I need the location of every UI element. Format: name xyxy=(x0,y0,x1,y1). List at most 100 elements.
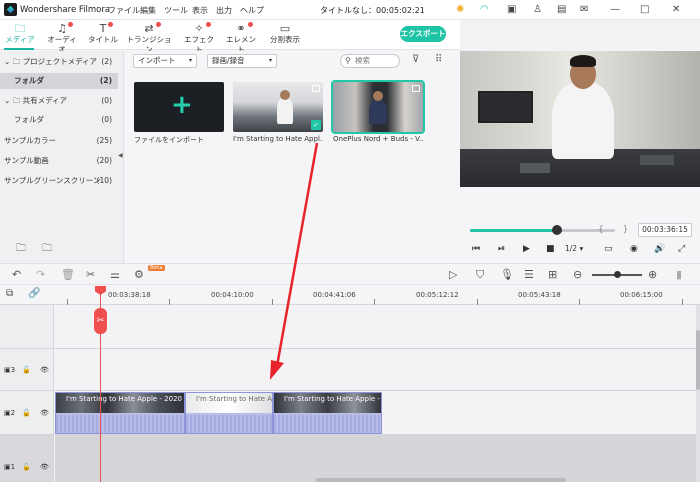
save-icon[interactable]: ▤ xyxy=(557,4,566,15)
playback-resolution-select[interactable]: 1/2 ▾ xyxy=(565,244,583,253)
collapse-sidebar-icon[interactable]: ◀ xyxy=(118,152,123,159)
split-scissors-icon[interactable]: ✂ xyxy=(86,268,95,281)
headset-icon[interactable]: ◠ xyxy=(480,4,489,15)
track-header-1: ▣1 🔓 👁 xyxy=(0,435,54,482)
video-badge-icon xyxy=(412,85,420,92)
voiceover-list-icon[interactable]: ☰ xyxy=(524,268,534,281)
link-icon[interactable]: 🔗 xyxy=(28,288,40,299)
timeline-clip[interactable]: I'm Starting to Hate Apple - 2020 Ma xyxy=(273,392,382,434)
track-header-2: ▣2 🔓 👁 xyxy=(0,391,54,435)
new-folder-icon[interactable]: 🗀 xyxy=(16,241,26,258)
snapshot-icon[interactable]: ◉ xyxy=(630,244,638,254)
preview-scrubber[interactable] xyxy=(470,229,615,232)
eye-icon[interactable]: 👁 xyxy=(40,409,49,417)
sidebar-item-folder[interactable]: フォルダ (2) xyxy=(0,73,118,89)
menu-tools[interactable]: ツール xyxy=(164,5,188,16)
media-card-video-2[interactable]: OnePlus Nord + Buds - V... xyxy=(331,80,425,143)
import-media-card[interactable]: + ファイルをインポート xyxy=(134,82,224,145)
display-icon[interactable]: ▭ xyxy=(604,244,613,254)
track-type-icon: ▣1 xyxy=(4,463,16,471)
stop-icon[interactable]: ■ xyxy=(546,244,555,254)
card-caption: OnePlus Nord + Buds - V... xyxy=(333,135,423,143)
maximize-icon[interactable]: □ xyxy=(640,4,649,15)
tab-media[interactable]: 🗀 メディア xyxy=(4,22,36,45)
zoom-out-icon[interactable]: ⊖ xyxy=(573,268,582,281)
track-type-icon: ▣3 xyxy=(4,366,16,374)
minimize-icon[interactable]: — xyxy=(610,4,620,15)
redo-icon[interactable]: ↷ xyxy=(36,268,45,281)
lock-icon[interactable]: 🔓 xyxy=(22,366,31,374)
mail-icon[interactable]: ✉ xyxy=(580,4,588,15)
volume-icon[interactable]: 🔊 xyxy=(654,244,665,254)
sidebar-item-shared-media[interactable]: ⌄ 🗀 共有メディア (0) xyxy=(0,93,118,109)
zoom-in-icon[interactable]: ⊕ xyxy=(648,268,657,281)
lightbulb-icon[interactable]: ✺ xyxy=(456,4,464,15)
sidebar-item-shared-folder[interactable]: フォルダ (0) xyxy=(0,112,118,128)
active-tab-indicator xyxy=(4,48,34,50)
track-empty[interactable] xyxy=(55,305,700,349)
ruler-label: 00:06:15:00 xyxy=(620,291,663,299)
tab-titles[interactable]: T タイトル xyxy=(88,22,118,45)
panel-toggle-icon[interactable]: ▮ xyxy=(676,268,682,281)
menu-file[interactable]: ファイル xyxy=(108,5,140,16)
lock-icon[interactable]: 🔓 xyxy=(22,463,31,471)
ai-tool-icon[interactable]: ⚙ xyxy=(134,268,144,281)
timeline-clip[interactable]: I'm Starting to Hate Apple - 2020 Ma xyxy=(55,392,185,434)
previous-frame-icon[interactable]: ⏮ xyxy=(472,244,480,254)
track-3[interactable] xyxy=(55,349,700,391)
tab-split-screen[interactable]: ▭ 分割表示 xyxy=(268,22,302,45)
scrubber-handle[interactable] xyxy=(552,225,562,235)
lock-icon[interactable]: 🔓 xyxy=(22,409,31,417)
record-dropdown[interactable]: 録画/録音 ▾ xyxy=(207,54,277,68)
chevron-down-icon[interactable]: ⌄ xyxy=(4,57,10,66)
undo-icon[interactable]: ↶ xyxy=(12,268,21,281)
sidebar-item-project-media[interactable]: ⌄ 🗀 プロジェクトメディア (2) xyxy=(0,54,118,70)
preview-video[interactable] xyxy=(460,51,700,187)
play-icon[interactable]: ▶ xyxy=(523,244,530,254)
ruler-label: 00:03:38:18 xyxy=(108,291,151,299)
sidebar-item-sample-videos[interactable]: サンプル動画 (20) xyxy=(0,153,118,169)
vertical-scrollbar-thumb[interactable] xyxy=(696,330,700,390)
filter-icon[interactable]: ⊽ xyxy=(412,54,419,65)
menu-view[interactable]: 表示 xyxy=(192,5,208,16)
render-preview-icon[interactable]: ▷ xyxy=(449,268,457,281)
fullscreen-icon[interactable]: ⤢ xyxy=(678,244,685,254)
search-icon: ⚲ xyxy=(345,56,351,65)
background-monitor xyxy=(478,91,533,123)
sidebar-item-sample-green-screen[interactable]: サンプルグリーンスクリーン (10) xyxy=(0,173,118,189)
eye-icon[interactable]: 👁 xyxy=(40,463,49,471)
playhead-scissors-icon[interactable]: ✂ xyxy=(94,308,107,334)
grid-view-icon[interactable]: ⠿ xyxy=(435,54,442,65)
gift-icon[interactable]: ▣ xyxy=(507,4,516,15)
menu-edit[interactable]: 編集 xyxy=(140,5,156,16)
delete-icon[interactable]: 🗑 xyxy=(61,268,75,281)
sidebar-item-sample-colors[interactable]: サンプルカラー (25) xyxy=(0,133,118,149)
step-play-icon[interactable]: ⏯ xyxy=(498,244,505,254)
menu-help[interactable]: ヘルプ xyxy=(240,5,264,16)
marker-icon[interactable]: ⛉ xyxy=(476,268,484,282)
snapshot-frame-icon[interactable]: ⊞ xyxy=(548,268,557,281)
media-card-video-1[interactable]: ✓ I'm Starting to Hate Appl... xyxy=(233,82,323,143)
export-button[interactable]: エクスポート xyxy=(400,26,446,42)
track-type-icon: ▣2 xyxy=(4,409,16,417)
microphone-icon[interactable]: 🎙 xyxy=(500,268,514,281)
eye-icon[interactable]: 👁 xyxy=(40,366,49,374)
menu-output[interactable]: 出力 xyxy=(216,5,232,16)
mark-in-out-icon[interactable]: { } xyxy=(598,225,636,235)
timeline-clip[interactable]: I'm Starting to Hate Apple - 2020 Ma xyxy=(185,392,273,434)
media-tabs: 🗀 メディア ♫ オーディオ T タイトル ⇄ トランジション ✧ エフェクト … xyxy=(0,20,460,54)
audio-waveform xyxy=(56,415,184,433)
search-input[interactable]: ⚲ 検索 xyxy=(340,54,400,68)
close-icon[interactable]: ✕ xyxy=(672,4,680,15)
delete-folder-icon[interactable]: 🗀 xyxy=(42,241,52,258)
text-icon: T xyxy=(99,22,107,35)
import-dropdown[interactable]: インポート ▾ xyxy=(133,54,197,68)
horizontal-scrollbar[interactable] xyxy=(316,478,566,482)
add-track-icon[interactable]: ⧉ xyxy=(6,288,13,299)
import-thumbnail: + xyxy=(134,82,224,132)
audio-mixer-icon[interactable]: ⚌ xyxy=(110,268,120,281)
chevron-down-icon[interactable]: ⌄ xyxy=(4,96,10,105)
account-icon[interactable]: ♙ xyxy=(533,4,542,15)
zoom-slider-handle[interactable] xyxy=(614,271,621,278)
track-1[interactable] xyxy=(55,435,700,482)
